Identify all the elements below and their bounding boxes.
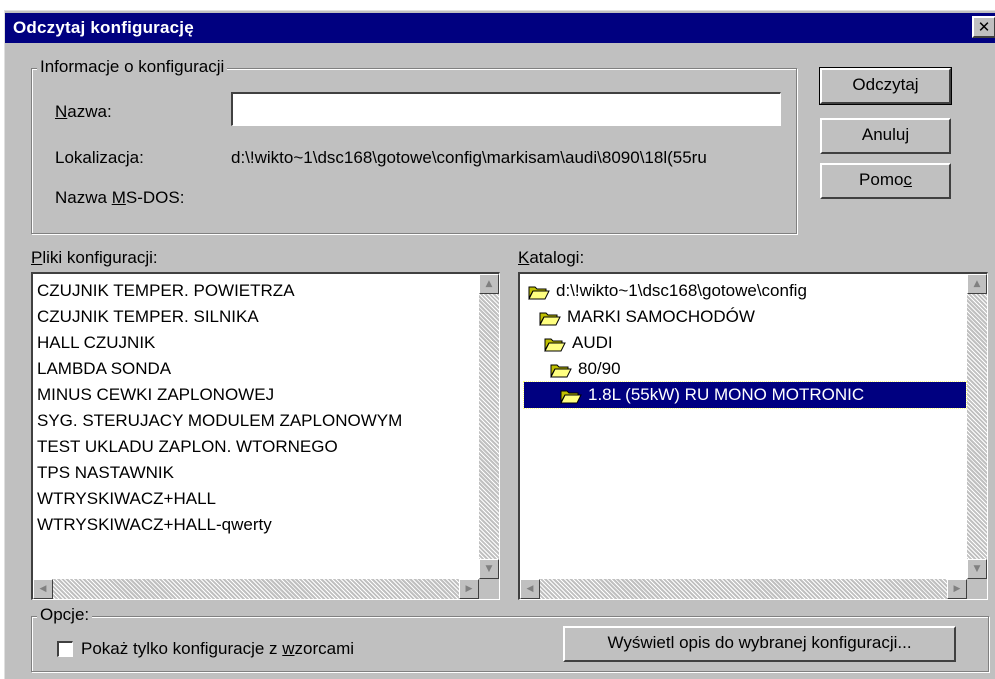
scroll-left-icon: ◀ [526,584,534,594]
files-scroll-down-button[interactable]: ▼ [479,559,499,579]
directory-items: d:\!wikto~1\dsc168\gotowe\config MARKI S… [520,278,967,409]
files-horizontal-scrollbar[interactable]: ◀ ▶ [33,579,479,599]
configuration-files-list[interactable]: CZUJNIK TEMPER. POWIETRZA CZUJNIK TEMPER… [31,272,500,600]
file-item[interactable]: SYG. STERUJACY MODULEM ZAPLONOWYM [37,408,402,434]
files-label: Pliki konfiguracji: [31,248,158,268]
directories-scroll-corner [967,579,987,599]
checkbox-label-pre: Pokaż tylko konfiguracje z [81,639,283,658]
scroll-right-icon: ▶ [465,584,473,594]
directory-item[interactable]: 80/90 [520,356,966,382]
directory-item-label: MARKI SAMOCHODÓW [567,307,755,326]
directory-item-label: d:\!wikto~1\dsc168\gotowe\config [556,281,807,300]
open-folder-icon [560,390,582,404]
open-folder-icon [539,312,561,326]
options-legend: Opcje: [37,605,93,625]
directories-horizontal-scrollbar[interactable]: ◀ ▶ [520,579,967,599]
file-items: CZUJNIK TEMPER. POWIETRZA CZUJNIK TEMPER… [37,278,402,538]
file-item[interactable]: MINUS CEWKI ZAPLONOWEJ [37,382,402,408]
name-input[interactable] [231,92,781,126]
directory-item-selected[interactable]: 1.8L (55kW) RU MONO MOTRONIC [520,381,967,409]
help-label-mnemonic: c [903,170,912,189]
configuration-info-legend: Informacje o konfiguracji [37,57,228,77]
msdos-label-pre: Nazwa [55,188,112,207]
open-folder-icon [528,286,550,300]
msdos-label-mnemonic: M [111,188,126,207]
read-button[interactable]: Odczytaj [819,67,952,105]
file-item[interactable]: CZUJNIK TEMPER. POWIETRZA [37,278,402,304]
files-scroll-up-button[interactable]: ▲ [479,274,499,294]
directories-label-text: atalogi: [529,248,585,267]
directory-item[interactable]: MARKI SAMOCHODÓW [520,304,966,330]
directory-item-label: AUDI [572,333,613,352]
directory-item[interactable]: AUDI [520,330,966,356]
directories-scroll-right-button[interactable]: ▶ [947,579,967,599]
files-scroll-right-button[interactable]: ▶ [459,579,479,599]
msdos-label-text: S-DOS: [125,188,185,207]
scroll-down-icon: ▼ [485,564,493,574]
file-item[interactable]: HALL CZUJNIK [37,330,402,356]
directories-vertical-scrollbar[interactable]: ▲ ▼ [967,274,987,579]
files-vertical-scrollbar[interactable]: ▲ ▼ [479,274,499,579]
msdos-name-label: Nazwa MS-DOS: [55,188,184,208]
files-label-text: liki konfiguracji: [42,248,158,267]
show-description-button[interactable]: Wyświetl opis do wybranej konfiguracji..… [563,626,956,662]
help-label-pre: Pomo [859,170,904,189]
files-label-mnemonic: P [31,248,43,267]
title-bar[interactable]: Odczytaj konfigurację [5,13,995,43]
directory-item-label: 1.8L (55kW) RU MONO MOTRONIC [585,382,868,408]
files-scroll-corner [479,579,499,599]
scroll-right-icon: ▶ [953,584,961,594]
directories-label-mnemonic: K [518,248,530,267]
dialog-title: Odczytaj konfigurację [13,18,194,37]
directories-scroll-up-button[interactable]: ▲ [967,274,987,294]
file-item[interactable]: TEST UKLADU ZAPLON. WTORNEGO [37,434,402,460]
read-button-label: Odczytaj [852,75,919,94]
directories-scroll-down-button[interactable]: ▼ [967,559,987,579]
patterns-only-label[interactable]: Pokaż tylko konfiguracje z wzorcami [81,639,354,659]
help-button[interactable]: Pomoc [820,163,951,199]
checkbox-label-mnemonic: w [282,639,295,658]
close-icon: ✕ [977,18,991,36]
location-label: Lokalizacja: [55,148,144,167]
scroll-up-icon: ▲ [973,279,981,289]
file-item[interactable]: LAMBDA SONDA [37,356,402,382]
directory-item[interactable]: d:\!wikto~1\dsc168\gotowe\config [520,278,966,304]
location-value: d:\!wikto~1\dsc168\gotowe\config\markisa… [231,148,707,167]
name-label-text: azwa: [67,102,112,121]
checkbox-label-rest: zorcami [294,639,355,658]
show-description-button-label: Wyświetl opis do wybranej konfiguracji..… [607,633,912,652]
help-button-label: Pomoc [859,170,912,189]
open-folder-icon [550,364,572,378]
file-item[interactable]: CZUJNIK TEMPER. SILNIKA [37,304,402,330]
name-label: Nazwa: [55,102,112,122]
file-item[interactable]: TPS NASTAWNIK [37,460,402,486]
cancel-button[interactable]: Anuluj [820,118,951,154]
scroll-down-icon: ▼ [973,564,981,574]
files-scroll-left-button[interactable]: ◀ [33,579,53,599]
file-item[interactable]: WTRYSKIWACZ+HALL [37,486,402,512]
directories-label: Katalogi: [518,248,584,268]
scroll-up-icon: ▲ [485,279,493,289]
directories-list[interactable]: d:\!wikto~1\dsc168\gotowe\config MARKI S… [518,272,988,600]
file-item[interactable]: WTRYSKIWACZ+HALL-qwerty [37,512,402,538]
open-configuration-dialog: Odczytaj konfigurację ✕ Informacje o kon… [4,10,995,679]
name-label-mnemonic: N [55,102,68,121]
open-folder-icon [544,338,566,352]
directories-scroll-left-button[interactable]: ◀ [520,579,540,599]
scroll-left-icon: ◀ [39,584,47,594]
directory-item-label: 80/90 [578,359,621,378]
close-button[interactable]: ✕ [972,16,995,38]
patterns-only-checkbox[interactable] [57,641,73,657]
cancel-button-label: Anuluj [861,125,910,144]
